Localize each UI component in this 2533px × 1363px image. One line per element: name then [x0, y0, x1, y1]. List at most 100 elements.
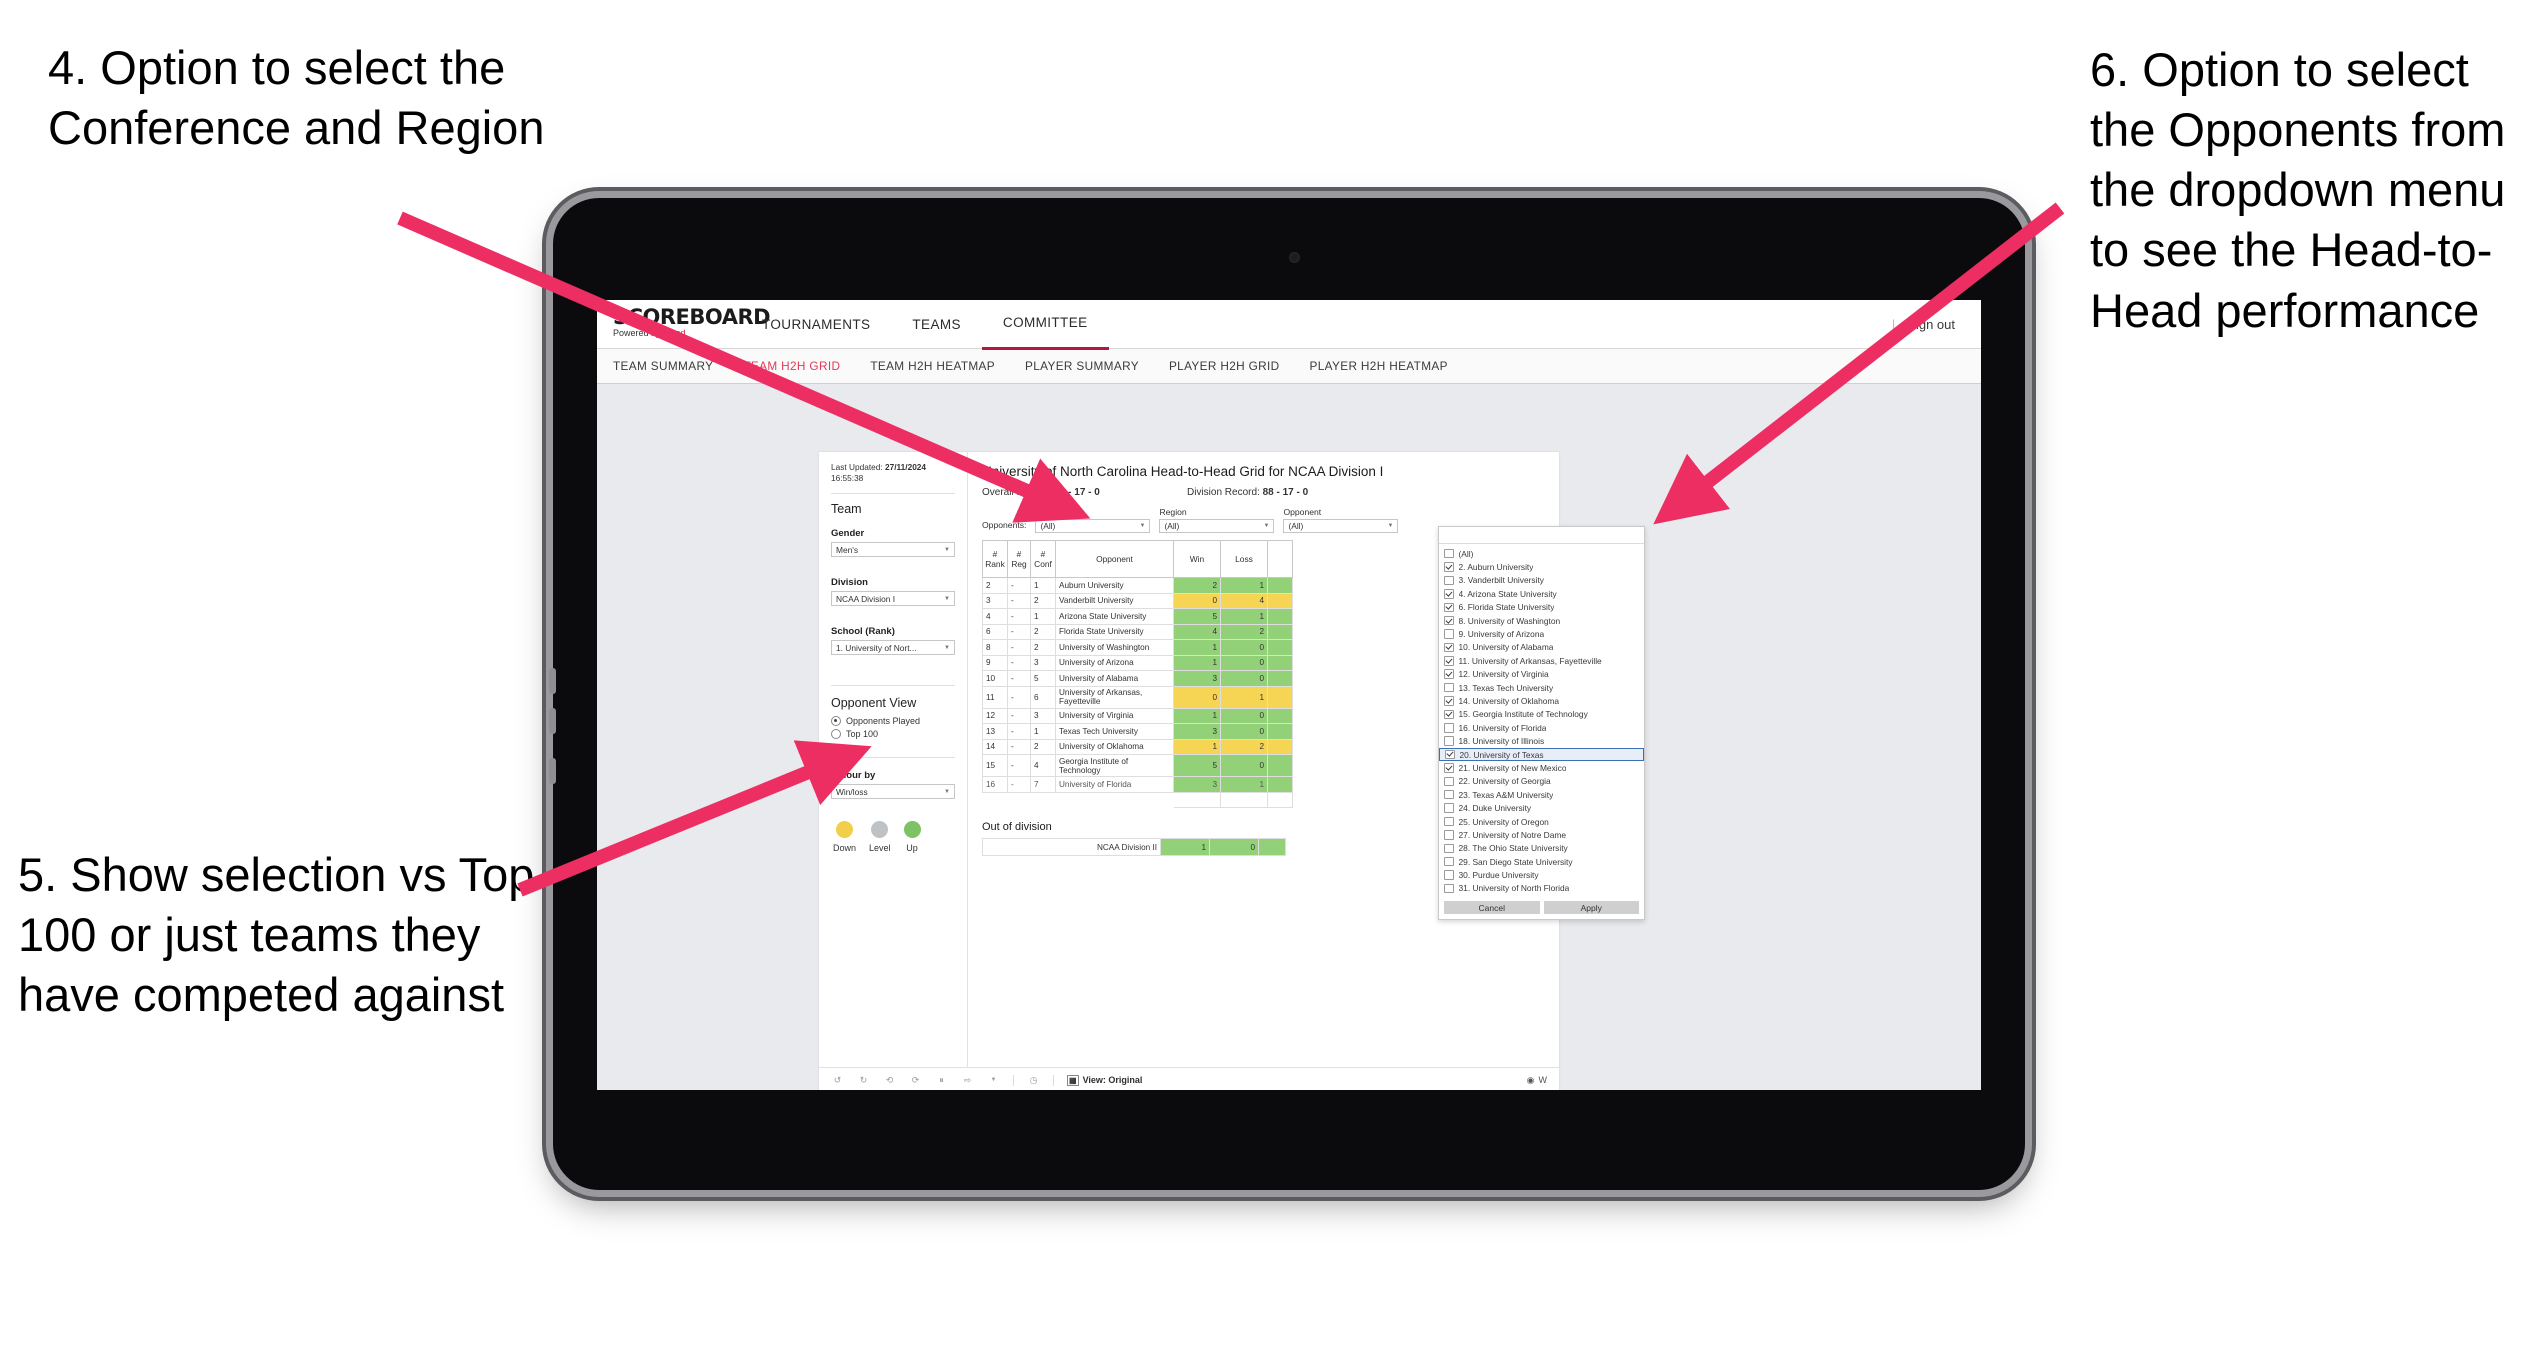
opponent-option[interactable]: 4. Arizona State University — [1439, 587, 1644, 600]
pause-icon[interactable]: ⏸ — [935, 1074, 948, 1087]
table-row[interactable]: 3-2 Vanderbilt University 0 4 — [982, 592, 1293, 609]
table-row[interactable]: 12-3 University of Virginia 1 0 — [982, 707, 1293, 724]
redo-icon[interactable]: ↻ — [857, 1074, 870, 1087]
opponent-option[interactable]: 8. University of Washington — [1439, 614, 1644, 627]
revert-icon[interactable]: ⟲ — [883, 1074, 896, 1087]
radio-opponents-played[interactable]: Opponents Played — [831, 716, 955, 726]
checkbox-icon[interactable] — [1444, 615, 1454, 626]
table-row[interactable]: 8-2 University of Washington 1 0 — [982, 639, 1293, 656]
checkbox-icon[interactable] — [1444, 696, 1454, 706]
opponent-option[interactable]: 9. University of Arizona — [1439, 627, 1644, 640]
tab-team-summary[interactable]: TEAM SUMMARY — [613, 359, 730, 373]
opponent-option[interactable]: 20. University of Texas — [1439, 747, 1644, 762]
opponent-option[interactable]: 27. University of Notre Dame — [1439, 828, 1644, 841]
checkbox-icon[interactable] — [1445, 749, 1455, 760]
table-row[interactable]: 16-7 University of Florida 3 1 — [982, 776, 1293, 793]
conference-select[interactable]: (All) ▼ — [1035, 519, 1151, 533]
undo-icon[interactable]: ↺ — [831, 1074, 844, 1087]
checkbox-icon[interactable] — [1444, 789, 1454, 800]
checkbox-icon[interactable] — [1444, 642, 1454, 653]
table-row[interactable]: 6-2 Florida State University 4 2 — [982, 623, 1293, 640]
refresh-icon[interactable]: ⟳ — [909, 1074, 922, 1087]
col-win[interactable]: Win — [1173, 540, 1221, 578]
checkbox-icon[interactable] — [1444, 629, 1454, 639]
checkbox-icon[interactable] — [1444, 856, 1454, 867]
gender-select[interactable]: Men's ▼ — [831, 542, 955, 557]
view-original-button[interactable]: ▦ View: Original — [1067, 1074, 1142, 1086]
opponent-option[interactable]: 6. Florida State University — [1439, 601, 1644, 614]
opponent-option[interactable]: 14. University of Oklahoma — [1439, 694, 1644, 707]
checkbox-icon[interactable] — [1444, 870, 1454, 880]
opponent-option[interactable]: 31. University of North Florida — [1439, 882, 1644, 895]
table-row[interactable]: 14-2 University of Oklahoma 1 2 — [982, 738, 1293, 755]
opponent-option[interactable]: 21. University of New Mexico — [1439, 761, 1644, 774]
opponent-option[interactable]: 12. University of Virginia — [1439, 668, 1644, 681]
checkbox-icon[interactable] — [1444, 830, 1454, 840]
opponent-option[interactable]: 25. University of Oregon — [1439, 815, 1644, 828]
signout-link[interactable]: Sign out — [1907, 317, 1955, 332]
opponent-option-list[interactable]: (All) 2. Auburn University 3. Vanderbilt U… — [1439, 544, 1644, 898]
opponent-option[interactable]: 24. Duke University — [1439, 801, 1644, 814]
tab-player-h2h-grid[interactable]: PLAYER H2H GRID — [1169, 359, 1297, 373]
tab-player-summary[interactable]: PLAYER SUMMARY — [1025, 359, 1156, 373]
col-conf[interactable]: # Conf — [1030, 540, 1056, 578]
app-logo[interactable]: SCOREBOARD Powered by Flood — [597, 300, 771, 348]
table-row[interactable]: 9-3 University of Arizona 1 0 — [982, 654, 1293, 671]
opponent-dropdown-popup[interactable]: (All) 2. Auburn University 3. Vanderbilt U… — [1438, 526, 1645, 921]
table-row[interactable]: 15-4 Georgia Institute of Technology 5 0 — [982, 754, 1293, 777]
opponent-option[interactable]: 11. University of Arkansas, Fayetteville — [1439, 654, 1644, 667]
opponent-option[interactable]: 29. San Diego State University — [1439, 855, 1644, 868]
table-row[interactable]: 11-6 University of Arkansas, Fayetteville… — [982, 685, 1293, 709]
checkbox-icon[interactable] — [1444, 776, 1454, 787]
history-icon[interactable]: ◷ — [1027, 1074, 1040, 1087]
table-row[interactable]: 4-1 Arizona State University 5 1 — [982, 608, 1293, 625]
opponent-option[interactable]: 3. Vanderbilt University — [1439, 574, 1644, 587]
school-select[interactable]: 1. University of Nort... ▼ — [831, 640, 955, 655]
checkbox-icon[interactable] — [1444, 883, 1454, 894]
table-row[interactable]: 10-5 University of Alabama 3 0 — [982, 670, 1293, 687]
table-row[interactable]: 2-1 Auburn University 2 1 — [982, 577, 1293, 594]
checkbox-icon[interactable] — [1444, 803, 1454, 813]
checkbox-icon[interactable] — [1444, 723, 1454, 733]
opponent-option[interactable]: 15. Georgia Institute of Technology — [1439, 708, 1644, 721]
region-select[interactable]: (All) ▼ — [1159, 519, 1275, 533]
opponent-option[interactable]: 28. The Ohio State University — [1439, 842, 1644, 855]
cancel-button[interactable]: Cancel — [1444, 901, 1540, 915]
radio-top-100[interactable]: Top 100 — [831, 729, 955, 739]
colour-by-select[interactable]: Win/loss ▼ — [831, 784, 955, 799]
checkbox-icon[interactable] — [1444, 709, 1454, 720]
checkbox-icon[interactable] — [1444, 589, 1454, 599]
tab-team-h2h-heatmap[interactable]: TEAM H2H HEATMAP — [870, 359, 1012, 373]
opponent-option[interactable]: 2. Auburn University — [1439, 560, 1644, 573]
opponent-option[interactable]: 10. University of Alabama — [1439, 641, 1644, 654]
opponent-option[interactable]: (All) — [1439, 547, 1644, 560]
out-of-division-row[interactable]: NCAA Division II 1 0 — [982, 838, 1286, 856]
opponent-option[interactable]: 30. Purdue University — [1439, 868, 1644, 881]
checkbox-icon[interactable] — [1444, 682, 1454, 693]
checkbox-icon[interactable] — [1444, 562, 1454, 572]
nav-item-tournaments[interactable]: TOURNAMENTS — [741, 300, 891, 348]
checkbox-icon[interactable] — [1444, 763, 1454, 773]
col-opponent[interactable]: Opponent — [1055, 540, 1174, 578]
tab-team-h2h-grid[interactable]: TEAM H2H GRID — [743, 359, 857, 373]
opponent-select[interactable]: (All) ▼ — [1283, 519, 1399, 533]
share-icon[interactable]: ⇨ — [961, 1074, 974, 1087]
checkbox-icon[interactable] — [1444, 656, 1454, 666]
checkbox-icon[interactable] — [1444, 575, 1454, 586]
col-reg[interactable]: # Reg — [1007, 540, 1031, 578]
col-loss[interactable]: Loss — [1220, 540, 1268, 578]
tab-player-h2h-heatmap[interactable]: PLAYER H2H HEATMAP — [1310, 359, 1465, 373]
opponent-option[interactable]: 13. Texas Tech University — [1439, 681, 1644, 694]
checkbox-icon[interactable] — [1444, 548, 1454, 559]
col-rank[interactable]: # Rank — [982, 540, 1008, 578]
opponent-option[interactable]: 16. University of Florida — [1439, 721, 1644, 734]
apply-button[interactable]: Apply — [1543, 901, 1639, 915]
checkbox-icon[interactable] — [1444, 669, 1454, 679]
checkbox-icon[interactable] — [1444, 843, 1454, 854]
nav-item-committee[interactable]: COMMITTEE — [981, 300, 1109, 350]
table-row[interactable]: 13-1 Texas Tech University 3 0 — [982, 723, 1293, 740]
checkbox-icon[interactable] — [1444, 816, 1454, 827]
division-select[interactable]: NCAA Division I ▼ — [831, 591, 955, 606]
chevron-down-icon[interactable]: ▼ — [987, 1074, 1000, 1087]
watch-button[interactable]: ◉ W — [1527, 1075, 1547, 1086]
